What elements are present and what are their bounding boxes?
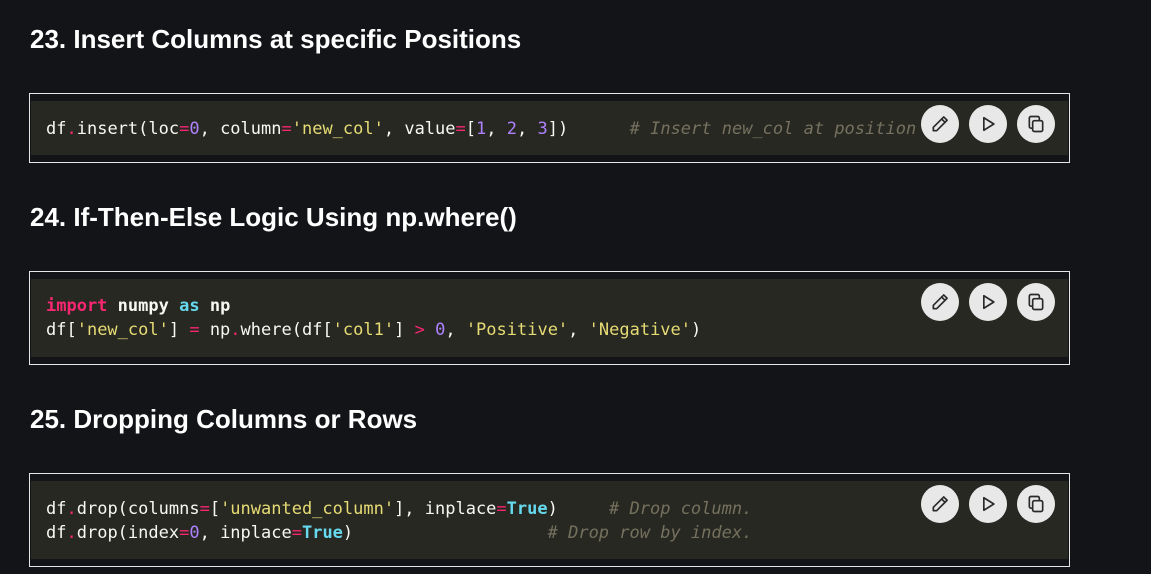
code-line: df.insert(loc=0, column='new_col', value… [46,117,937,141]
code-token: . [230,320,241,340]
code-token: , [486,119,507,139]
code-token: ) [691,320,702,340]
code-actions [921,485,1055,523]
code-token: 3 [537,119,548,139]
code-token: , [445,320,466,340]
code-token: drop(columns [76,499,200,519]
code-token: df [46,119,67,139]
code-token: [ [465,119,477,139]
play-icon [978,114,998,134]
code-token: 2 [506,119,517,139]
code-actions [921,105,1055,143]
code-token: , [568,320,589,340]
play-icon [978,494,998,514]
code-token: 0 [189,119,200,139]
copy-icon [1026,292,1046,312]
code-token: ) [342,523,548,543]
code-token: True [301,523,343,543]
code-token: 'Positive' [465,320,569,340]
code-token: = [179,119,190,139]
code-token: df[ [46,320,77,340]
code-token: ]) [547,119,630,139]
code-token: np [199,320,231,340]
code-token: import [46,296,108,316]
code-token: 1 [476,119,487,139]
code-token: drop(index [76,523,180,543]
copy-button[interactable] [1017,485,1055,523]
code-line: df['new_col'] = np.where(df['col1'] > 0,… [46,318,701,342]
code-token: = [291,523,302,543]
code-content[interactable]: df.insert(loc=0, column='new_col', value… [46,117,937,141]
code-token: > [414,320,425,340]
code-token: , [517,119,538,139]
copy-icon [1026,494,1046,514]
code-token: 0 [435,320,446,340]
code-token: True [506,499,548,519]
code-content[interactable]: import numpy as np df['new_col'] = np.whe… [46,294,701,342]
code-token: ) [547,499,610,519]
run-button[interactable] [969,283,1007,321]
code-token: = [189,320,200,340]
code-token: = [179,523,190,543]
code-line: df.drop(columns=['unwanted_column'], inp… [46,497,752,521]
code-token: . [66,119,77,139]
code-block-25: df.drop(columns=['unwanted_column'], inp… [29,473,1070,567]
code-token: ] [394,320,415,340]
code-token: = [199,499,210,519]
code-token: ], inplace [394,499,497,519]
section-title-23: 23. Insert Columns at specific Positions [30,24,522,54]
code-token: df [46,523,67,543]
section-title-24: 24. If-Then-Else Logic Using np.where() [30,202,517,232]
copy-button[interactable] [1017,105,1055,143]
code-token: as [179,296,200,316]
code-token: # Drop row by index. [547,523,753,543]
code-line: import numpy as np [46,294,701,318]
code-token: # Insert new_col at posit [629,119,886,139]
code-block-23: df.insert(loc=0, column='new_col', value… [29,93,1070,163]
copy-icon [1026,114,1046,134]
section-title-25: 25. Dropping Columns or Rows [30,404,418,434]
code-content[interactable]: df.drop(columns=['unwanted_column'], inp… [46,497,752,545]
code-line: df.drop(index=0, inplace=True) # Drop ro… [46,521,752,545]
code-token: where(df[ [240,320,333,340]
code-block-24: import numpy as np df['new_col'] = np.whe… [29,271,1070,365]
code-token: 'unwanted_column' [220,499,395,519]
pencil-icon [930,114,950,134]
code-token: . [66,499,77,519]
code-token: = [455,119,466,139]
code-token: 'new_col' [76,320,169,340]
edit-button[interactable] [921,283,959,321]
run-button[interactable] [969,105,1007,143]
code-token: [ [209,499,221,519]
code-token: = [496,499,507,519]
code-token: 'new_col' [291,119,384,139]
code-token: numpy [117,296,169,316]
code-actions [921,283,1055,321]
code-token: , inplace [199,523,292,543]
code-token: insert(loc [76,119,180,139]
pencil-icon [930,292,950,312]
code-token: . [66,523,77,543]
code-token: # Drop column. [609,499,753,519]
code-token: 'col1' [332,320,395,340]
code-token: , column [199,119,282,139]
code-token: 0 [189,523,200,543]
code-token: , value [383,119,456,139]
edit-button[interactable] [921,485,959,523]
pencil-icon [930,494,950,514]
code-token: 'Negative' [588,320,692,340]
code-token: np [209,296,231,316]
play-icon [978,292,998,312]
run-button[interactable] [969,485,1007,523]
edit-button[interactable] [921,105,959,143]
code-token: = [281,119,292,139]
copy-button[interactable] [1017,283,1055,321]
code-token: df [46,499,67,519]
code-token: ] [168,320,190,340]
